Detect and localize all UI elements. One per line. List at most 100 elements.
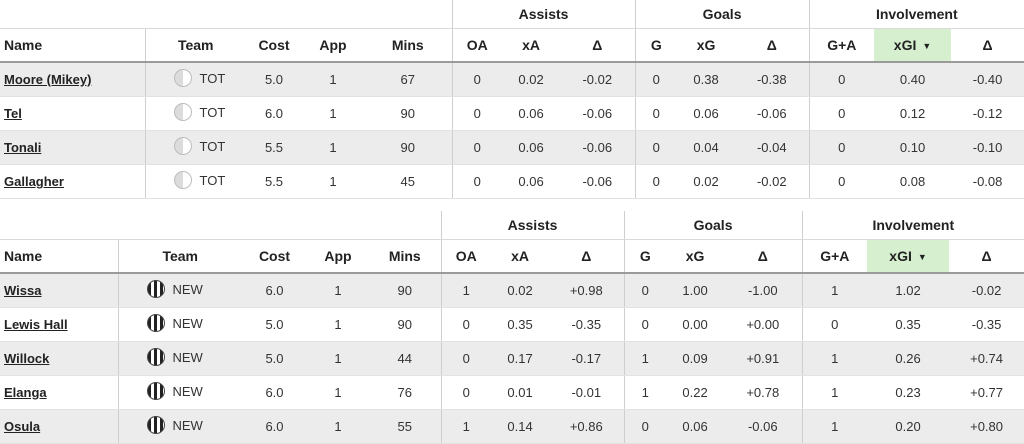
col-app[interactable]: App xyxy=(302,28,364,63)
cell-app: 1 xyxy=(307,375,369,410)
team-wrap: NEW xyxy=(146,280,203,298)
col-delta-goals[interactable]: Δ xyxy=(724,239,803,274)
cell-xgi: 0.40 xyxy=(874,62,952,97)
cell-oa: 0 xyxy=(451,62,503,97)
col-g[interactable]: G xyxy=(623,239,667,274)
cell-xgi: 0.12 xyxy=(874,96,952,131)
player-cell: Lewis Hall xyxy=(0,307,118,342)
sort-desc-icon: ▼ xyxy=(922,41,932,52)
team-abbr: TOT xyxy=(199,104,226,120)
col-name[interactable]: Name xyxy=(0,239,118,274)
cell-xa: 0.14 xyxy=(491,409,550,444)
cell-g: 0 xyxy=(623,307,667,342)
group-goals: Goals xyxy=(634,0,810,29)
tot-crest-icon xyxy=(173,103,192,121)
cell-ga: 1 xyxy=(801,375,868,410)
team-wrap: TOT xyxy=(173,137,225,155)
cell-mins: 90 xyxy=(364,130,453,165)
cell-xg: 0.09 xyxy=(666,341,725,376)
cell-oa: 1 xyxy=(440,409,492,444)
team-wrap: TOT xyxy=(173,171,225,189)
cell-delta-g: -0.38 xyxy=(735,62,810,97)
player-name-link[interactable]: Moore (Mikey) xyxy=(4,72,91,87)
col-ga[interactable]: G+A xyxy=(801,239,868,274)
player-name-link[interactable]: Lewis Hall xyxy=(4,317,68,332)
cell-cost: 6.0 xyxy=(246,96,302,131)
cell-g: 0 xyxy=(634,62,678,97)
group-involvement: Involvement xyxy=(808,0,1024,29)
new-crest-icon xyxy=(146,416,165,434)
cell-xgi: 0.10 xyxy=(874,130,952,165)
team-wrap: TOT xyxy=(173,103,226,121)
cell-xg: 0.00 xyxy=(666,307,725,342)
cell-xa: 0.17 xyxy=(491,341,550,376)
team-wrap: NEW xyxy=(146,314,203,332)
team-abbr: NEW xyxy=(172,349,203,365)
stats-table-new: Assists Goals Involvement Name Team Cost… xyxy=(0,211,1024,444)
cell-delta-g: -1.00 xyxy=(724,273,803,308)
tot-crest-icon xyxy=(173,69,192,87)
cell-cost: 6.0 xyxy=(242,409,307,444)
col-g[interactable]: G xyxy=(634,28,678,63)
table-row: Osula NEW 6.0 1 55 1 0.14 +0.86 0 0.06 -0.06 1 0.20 +… xyxy=(0,409,1024,444)
col-xa[interactable]: xA xyxy=(502,28,561,63)
group-spacer xyxy=(0,211,442,240)
cell-ga: 0 xyxy=(801,307,868,342)
player-name-link[interactable]: Gallagher xyxy=(4,174,64,189)
col-oa[interactable]: OA xyxy=(440,239,492,274)
cell-ga: 0 xyxy=(808,96,875,131)
cell-xg: 1.00 xyxy=(666,273,725,308)
cell-xa: 0.01 xyxy=(491,375,550,410)
col-oa[interactable]: OA xyxy=(451,28,503,63)
cell-xg: 0.22 xyxy=(666,375,725,410)
group-header-row: Assists Goals Involvement xyxy=(0,211,1024,240)
player-name-link[interactable]: Tonali xyxy=(4,140,41,155)
cell-mins: 45 xyxy=(364,164,453,199)
col-name[interactable]: Name xyxy=(0,28,145,63)
column-header-row: Name Team Cost App Mins OA xA Δ G xG Δ G… xyxy=(0,28,1024,63)
col-mins[interactable]: Mins xyxy=(364,28,453,63)
cell-xg: 0.02 xyxy=(677,164,736,199)
player-name-link[interactable]: Wissa xyxy=(4,283,41,298)
cell-delta-i: -0.02 xyxy=(949,273,1024,308)
player-name-link[interactable]: Tel xyxy=(4,106,22,121)
group-involvement: Involvement xyxy=(801,211,1024,240)
col-xgi-sorted[interactable]: xGI ▼ xyxy=(874,28,952,63)
cell-delta-a: -0.06 xyxy=(560,96,636,131)
col-cost[interactable]: Cost xyxy=(246,28,302,63)
team-cell: NEW xyxy=(117,341,242,376)
col-xa[interactable]: xA xyxy=(491,239,550,274)
col-delta-involvement[interactable]: Δ xyxy=(951,28,1024,63)
col-delta-assists[interactable]: Δ xyxy=(549,239,625,274)
col-mins[interactable]: Mins xyxy=(369,239,442,274)
cell-delta-i: -0.08 xyxy=(951,164,1024,199)
col-team[interactable]: Team xyxy=(117,239,242,274)
col-cost[interactable]: Cost xyxy=(242,239,307,274)
col-delta-goals[interactable]: Δ xyxy=(735,28,810,63)
cell-delta-a: -0.02 xyxy=(560,62,636,97)
col-delta-involvement[interactable]: Δ xyxy=(949,239,1024,274)
cell-xgi: 0.08 xyxy=(874,164,952,199)
col-team[interactable]: Team xyxy=(144,28,246,63)
team-cell: NEW xyxy=(117,273,242,308)
cell-delta-a: +0.98 xyxy=(549,273,625,308)
player-name-link[interactable]: Willock xyxy=(4,351,49,366)
player-name-link[interactable]: Osula xyxy=(4,419,40,434)
team-cell: NEW xyxy=(117,409,242,444)
col-xg[interactable]: xG xyxy=(677,28,736,63)
col-app[interactable]: App xyxy=(307,239,369,274)
cell-oa: 0 xyxy=(451,164,503,199)
cell-delta-i: +0.74 xyxy=(949,341,1024,376)
col-delta-assists[interactable]: Δ xyxy=(560,28,636,63)
player-name-link[interactable]: Elanga xyxy=(4,385,47,400)
col-xgi-sorted[interactable]: xGI ▼ xyxy=(867,239,950,274)
team-wrap: NEW xyxy=(146,348,203,366)
player-cell: Tel xyxy=(0,96,145,131)
cell-cost: 6.0 xyxy=(242,375,307,410)
col-xg[interactable]: xG xyxy=(666,239,725,274)
group-header-row: Assists Goals Involvement xyxy=(0,0,1024,29)
cell-ga: 1 xyxy=(801,273,868,308)
cell-ga: 1 xyxy=(801,409,868,444)
cell-g: 0 xyxy=(634,96,678,131)
col-ga[interactable]: G+A xyxy=(808,28,875,63)
